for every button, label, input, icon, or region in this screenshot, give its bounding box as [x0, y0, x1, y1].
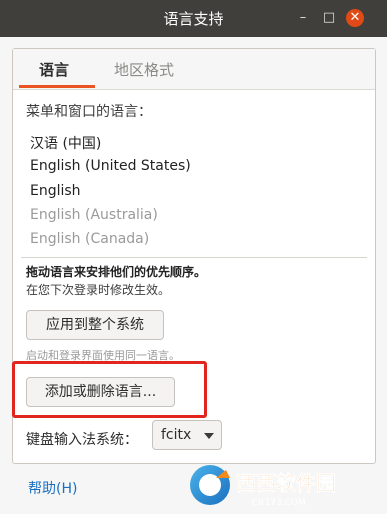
maximize-icon: □ — [322, 10, 336, 25]
list-item[interactable]: English (Australia) — [30, 207, 158, 223]
input-method-label: 键盘输入法系统： — [26, 432, 138, 448]
tab-regional-formats[interactable]: 地区格式 — [114, 59, 174, 80]
active-tab-indicator — [19, 85, 95, 88]
close-button[interactable]: ✕ — [346, 9, 364, 27]
watermark-brand: 西西软件园 — [236, 471, 336, 495]
input-method-value: fcitx — [161, 427, 192, 443]
tab-panel: 语言 地区格式 菜单和窗口的语言： 汉语 (中国) English (Unite… — [12, 48, 376, 464]
add-remove-languages-button[interactable]: 添加或删除语言... — [26, 377, 175, 407]
title-bar: 语言支持 – □ ✕ — [0, 0, 387, 37]
drag-order-note: 拖动语言来安排他们的优先顺序。 — [26, 265, 207, 279]
language-support-window: 语言支持 – □ ✕ 语言 地区格式 菜单和窗口的语言： 汉语 (中国) Eng… — [0, 0, 387, 514]
chevron-down-icon — [204, 433, 214, 439]
list-item[interactable]: English — [30, 183, 81, 199]
login-effect-note: 在您下次登录时修改生效。 — [26, 283, 171, 297]
tab-language[interactable]: 语言 — [39, 59, 69, 80]
list-item[interactable]: English (Canada) — [30, 231, 149, 247]
menu-language-label: 菜单和窗口的语言： — [26, 104, 152, 120]
list-divider — [21, 257, 367, 258]
language-list[interactable]: 汉语 (中国) English (United States) English … — [26, 127, 366, 247]
watermark-logo: 西西软件园 CR173.COM — [190, 465, 336, 508]
maximize-button[interactable]: □ — [320, 9, 338, 27]
help-link[interactable]: 帮助(H) — [28, 478, 77, 498]
watermark-site: CR173.COM — [252, 498, 306, 508]
tab-bar: 语言 地区格式 — [13, 49, 375, 90]
apply-system-wide-button[interactable]: 应用到整个系统 — [26, 310, 164, 340]
minimize-button[interactable]: – — [294, 9, 312, 27]
close-icon: ✕ — [349, 10, 361, 25]
list-item[interactable]: 汉语 (中国) — [30, 133, 101, 153]
list-item[interactable]: English (United States) — [30, 158, 191, 174]
minimize-icon: – — [299, 10, 307, 25]
input-method-select[interactable]: fcitx — [152, 420, 222, 450]
